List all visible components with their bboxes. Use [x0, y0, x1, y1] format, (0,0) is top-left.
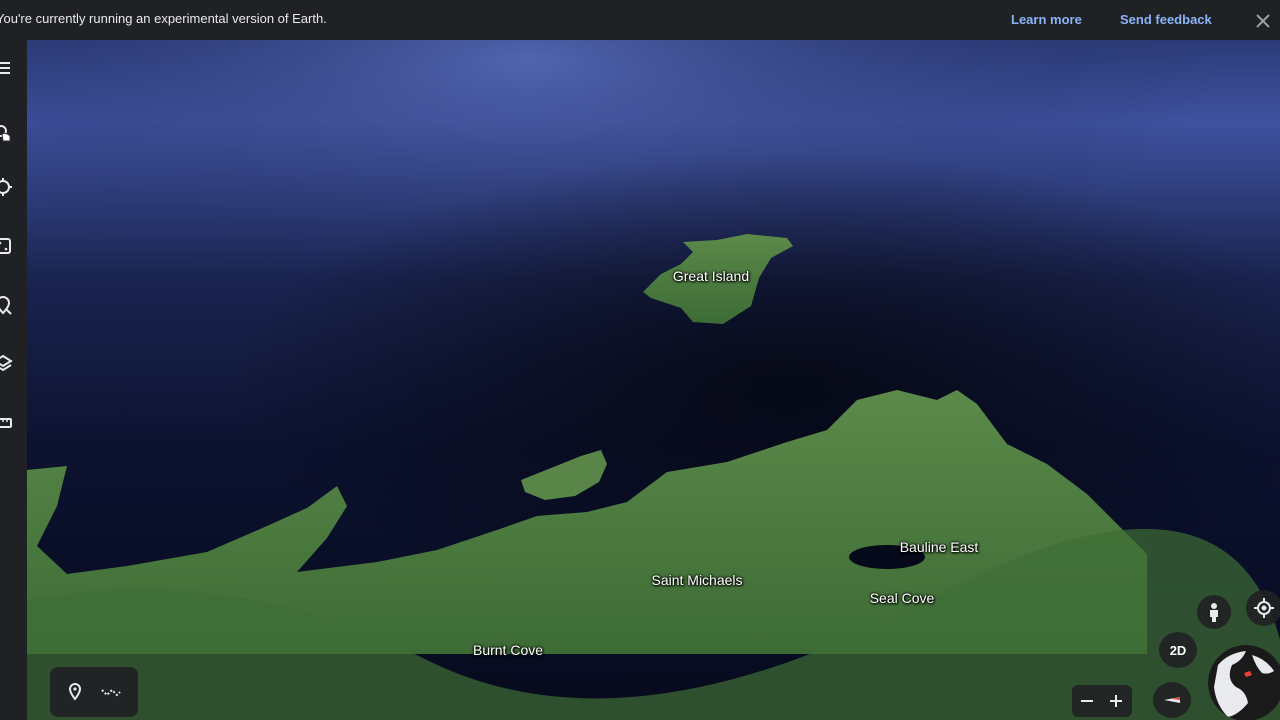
zoom-out-button[interactable]	[1076, 690, 1098, 712]
zoom-in-button[interactable]	[1105, 690, 1127, 712]
dice-icon[interactable]	[0, 235, 14, 257]
layers-icon[interactable]	[0, 352, 14, 374]
ruler-icon[interactable]	[0, 412, 14, 434]
place-label-bauline-east[interactable]: Bauline East	[900, 539, 979, 555]
placemark-icon[interactable]	[64, 681, 86, 703]
satellite-imagery	[27, 40, 1280, 720]
toggle-2d-button[interactable]: 2D	[1159, 632, 1197, 668]
send-feedback-link[interactable]: Send feedback	[1120, 12, 1212, 27]
place-label-great-island[interactable]: Great Island	[673, 268, 749, 284]
street-view-pegman-icon[interactable]	[1197, 595, 1231, 629]
banner-message: You're currently running an experimental…	[0, 11, 327, 26]
compass-icon[interactable]	[1153, 682, 1191, 718]
place-label-saint-michaels[interactable]: Saint Michaels	[651, 572, 742, 588]
map-view[interactable]: Great Island Saint Michaels Bauline East…	[27, 40, 1280, 720]
my-location-icon[interactable]	[1246, 590, 1280, 626]
place-label-burnt-cove[interactable]: Burnt Cove	[473, 642, 543, 658]
menu-icon[interactable]	[0, 57, 14, 79]
left-toolbar	[0, 40, 27, 720]
place-label-seal-cove[interactable]: Seal Cove	[870, 590, 935, 606]
experimental-banner: You're currently running an experimental…	[0, 0, 1280, 40]
search-icon[interactable]	[0, 122, 14, 144]
projects-icon[interactable]	[0, 294, 14, 316]
voyager-icon[interactable]	[0, 176, 14, 198]
mini-globe-icon[interactable]	[1208, 645, 1280, 720]
close-icon[interactable]	[1252, 10, 1274, 32]
learn-more-link[interactable]: Learn more	[1011, 12, 1082, 27]
zoom-controls	[1072, 685, 1132, 717]
placemark-tools	[50, 667, 138, 717]
path-icon[interactable]	[100, 681, 122, 703]
